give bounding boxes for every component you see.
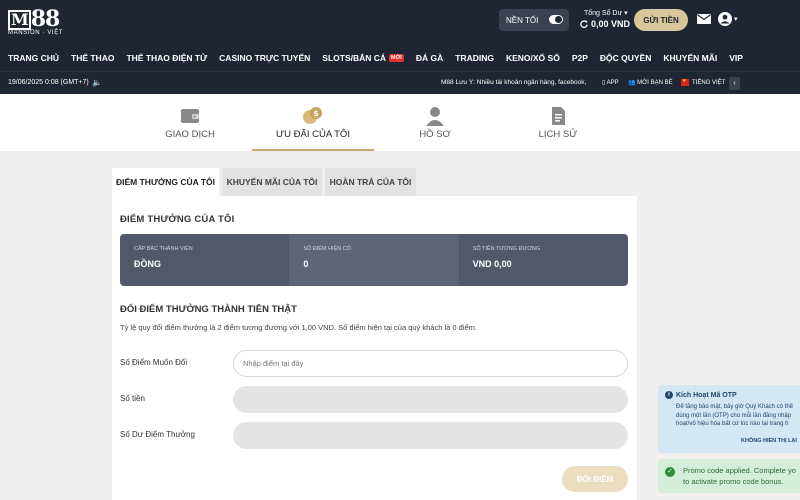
nav-p2p[interactable]: P2P — [572, 53, 588, 63]
nav-trading[interactable]: TRADING — [455, 53, 494, 63]
info-bar: 19/06/2025 0:08 (GMT+7) 🔈 M88 Lưu Ý: Nhi… — [0, 71, 800, 94]
top-header: M 88 MANSION · VIỆT NỀN TỐI Tổng Số Dư ▾ … — [0, 0, 800, 44]
news-ticker[interactable]: M88 Lưu Ý: Nhiều tài khoản ngân hàng, fa… — [441, 79, 596, 86]
coins-icon: $ — [303, 107, 322, 124]
speaker-icon[interactable]: 🔈 — [92, 78, 102, 87]
tab-label: HỒ SƠ — [419, 129, 451, 140]
user-avatar-icon — [718, 12, 732, 26]
nav-khuyen-mai[interactable]: KHUYẾN MÃI — [663, 53, 717, 63]
rewards-summary: CẤP BẬC THÀNH VIÊN ĐỒNG SỐ ĐIỂM HIỆN CÓ … — [120, 234, 628, 286]
convert-title: ĐỔI ĐIỂM THƯỞNG THÀNH TIỀN THẬT — [120, 304, 297, 315]
account-tabs: GIAO DỊCH $ ƯU ĐÃI CỦA TÔI HỒ SƠ LỊCH SỬ — [0, 94, 800, 151]
invite-friends-link[interactable]: 👥 MỜI BẠN BÈ — [628, 79, 673, 86]
summary-current-points: SỐ ĐIỂM HIỆN CÓ 0 — [289, 234, 459, 286]
nav-vip[interactable]: VIP — [729, 53, 743, 63]
otp-body: Để tăng bảo mật, bây giờ Quý Khách có th… — [676, 404, 794, 427]
tab-label: GIAO DỊCH — [165, 129, 215, 140]
language-selector[interactable]: TIẾNG VIỆT — [681, 78, 725, 86]
rewards-panel: ĐIỂM THƯỞNG CỦA TÔI CẤP BẬC THÀNH VIÊN Đ… — [112, 196, 637, 500]
logo-mark: M 88 — [8, 8, 62, 30]
vietnam-flag-icon — [681, 78, 689, 86]
check-icon: ✓ — [665, 467, 675, 477]
points-to-redeem-input[interactable] — [233, 350, 628, 377]
tab-label: ƯU ĐÃI CỦA TÔI — [276, 129, 350, 140]
promo-message: Promo code applied. Complete yo to activ… — [683, 466, 796, 486]
app-link[interactable]: ▯ APP — [602, 79, 619, 86]
summary-equivalent-amount: SỐ TIỀN TƯƠNG ĐƯƠNG VND 0,00 — [472, 246, 541, 269]
nav-trang-chu[interactable]: TRANG CHỦ — [8, 53, 59, 63]
balance-value: 0,00 VND — [591, 19, 631, 29]
nav-doc-quyen[interactable]: ĐỘC QUYỀN — [600, 53, 651, 63]
nav-slots[interactable]: SLOTS/BẮN CÁ MỚI — [322, 53, 404, 63]
amount-label: Số tiền — [120, 394, 145, 403]
nav-casino[interactable]: CASINO TRỰC TUYẾN — [219, 53, 310, 63]
m88-logo[interactable]: M 88 MANSION · VIỆT — [8, 8, 62, 38]
points-to-redeem-label: Số Điểm Muốn Đổi — [120, 358, 188, 367]
deposit-button[interactable]: GỬI TIỀN — [634, 9, 688, 31]
nav-the-thao-dien-tu[interactable]: THỂ THAO ĐIỆN TỬ — [126, 53, 207, 63]
wallet-icon — [181, 109, 199, 123]
toggle-switch-icon[interactable] — [549, 15, 563, 24]
dark-mode-toggle[interactable]: NỀN TỐI — [499, 9, 569, 31]
subtab-diem-thuong[interactable]: ĐIỂM THƯỞNG CỦA TÔI — [112, 168, 219, 196]
refresh-icon[interactable] — [580, 20, 588, 28]
mail-icon[interactable] — [697, 14, 711, 24]
datetime: 19/06/2025 0:08 (GMT+7) — [8, 79, 89, 86]
balance-widget[interactable]: Tổng Số Dư ▾ 0,00 VND — [580, 9, 630, 29]
info-icon: i — [665, 391, 673, 399]
promo-code-notification[interactable]: ✓ Promo code applied. Complete yo to act… — [658, 459, 800, 493]
summary-member-tier: CẤP BẬC THÀNH VIÊN ĐỒNG — [134, 246, 193, 269]
tab-giao-dich[interactable]: GIAO DỊCH — [129, 94, 251, 151]
nav-keno[interactable]: KENO/XỔ SỐ — [506, 53, 560, 63]
points-balance-field — [233, 422, 628, 449]
logo-subtitle: MANSION · VIỆT — [8, 30, 64, 36]
subtab-khuyen-mai[interactable]: KHUYẾN MÃI CỦA TÔI — [222, 168, 322, 196]
convert-description: Tỷ lệ quy đổi điểm thưởng là 2 điểm tươn… — [120, 323, 477, 332]
tab-lich-su[interactable]: LỊCH SỬ — [497, 94, 619, 151]
profile-icon — [426, 107, 444, 126]
nav-slots-label: SLOTS/BẮN CÁ — [322, 52, 387, 63]
chevron-down-icon: ▾ — [734, 16, 738, 23]
subtab-hoan-tra[interactable]: HOÀN TRẢ CỦA TÔI — [325, 168, 416, 196]
chevron-down-icon: ▾ — [624, 10, 628, 17]
amount-field — [233, 386, 628, 413]
tab-label: LỊCH SỬ — [538, 129, 578, 140]
nav-da-ga[interactable]: ĐÁ GÀ — [416, 53, 443, 63]
document-icon — [552, 107, 565, 125]
redeem-button[interactable]: ĐỔI ĐIỂM — [562, 466, 628, 492]
nav-the-thao[interactable]: THỂ THAO — [71, 53, 114, 63]
new-badge: MỚI — [389, 53, 404, 62]
rewards-title: ĐIỂM THƯỞNG CỦA TÔI — [120, 214, 235, 225]
otp-notification[interactable]: i Kích Hoạt Mã OTP Để tăng bảo mật, bây … — [658, 385, 800, 453]
tab-uu-dai[interactable]: $ ƯU ĐÃI CỦA TÔI — [252, 94, 374, 151]
user-menu[interactable]: ▾ — [718, 11, 742, 27]
dark-mode-label: NỀN TỐI — [506, 15, 539, 25]
otp-title: Kích Hoạt Mã OTP — [676, 392, 737, 399]
more-icon[interactable]: ‹ — [729, 77, 740, 90]
svg-text:$: $ — [313, 109, 319, 118]
points-balance-label: Số Dư Điểm Thưởng — [120, 430, 195, 439]
dont-show-again-link[interactable]: KHÔNG HIỂN THỊ LẠI — [741, 438, 797, 444]
tab-ho-so[interactable]: HỒ SƠ — [374, 94, 496, 151]
balance-label: Tổng Số Dư — [584, 10, 623, 17]
main-nav: TRANG CHỦ THỂ THAO THỂ THAO ĐIỆN TỬ CASI… — [0, 44, 800, 71]
